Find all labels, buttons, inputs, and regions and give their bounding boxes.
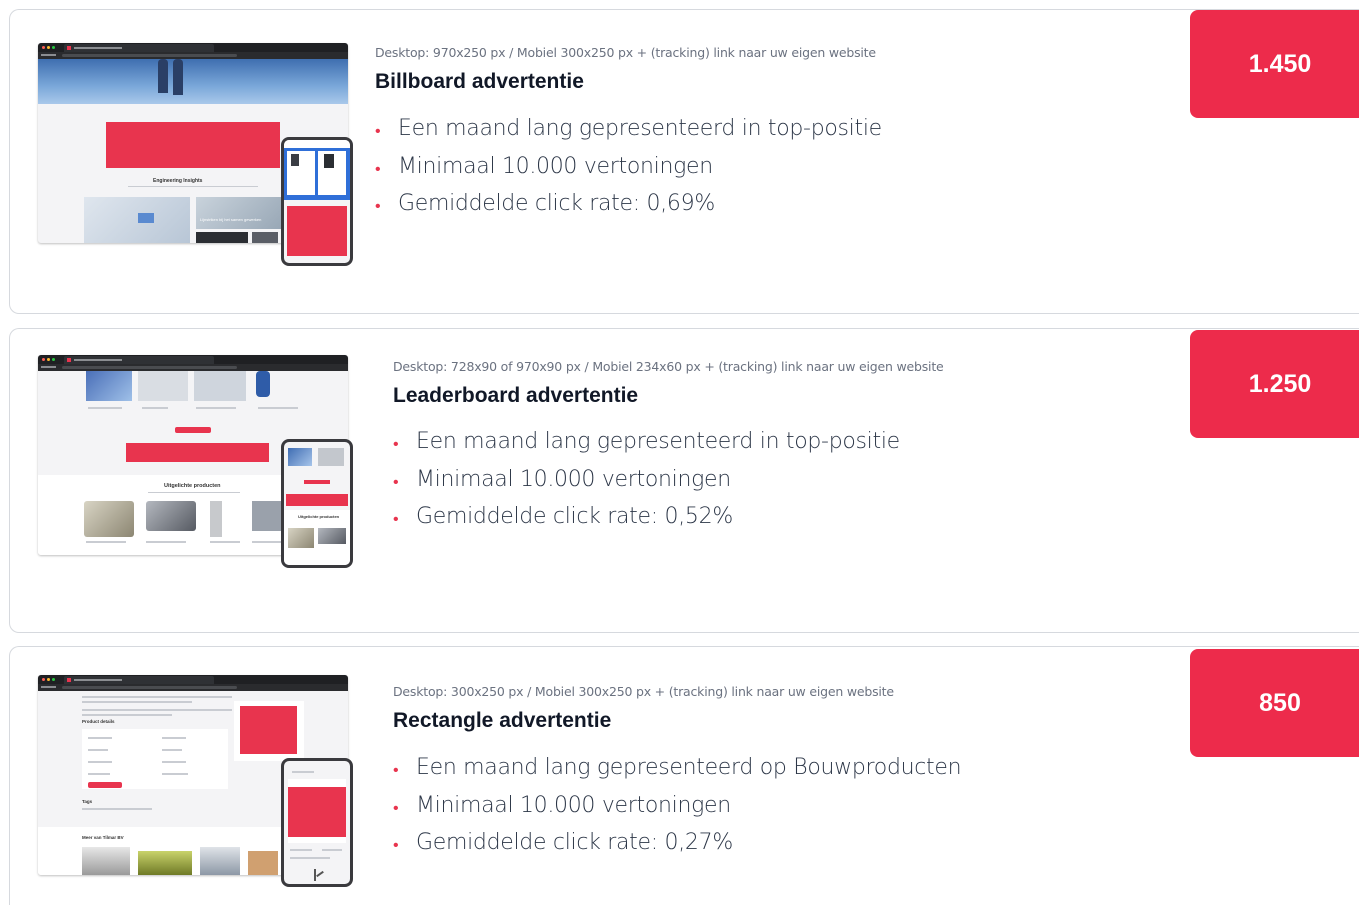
bullet-dot-icon: • xyxy=(393,797,399,817)
bullet-dot-icon: • xyxy=(375,121,381,140)
price-badge: 850 xyxy=(1190,649,1359,757)
preview-heading: Uitgelichte producten xyxy=(164,483,221,489)
preview-heading: Engineering Insights xyxy=(153,178,203,184)
feature-item: • Gemiddelde click rate: 0,27% xyxy=(393,830,961,868)
ad-package-title: Rectangle advertentie xyxy=(393,709,612,732)
leaderboard-ad-slot xyxy=(126,443,269,462)
ad-spec-text: Desktop: 970x250 px / Mobiel 300x250 px … xyxy=(375,45,876,60)
price-badge: 1.250 xyxy=(1190,330,1359,438)
feature-item: • Een maand lang gepresenteerd in top-pos… xyxy=(375,116,882,154)
price-value: 1.250 xyxy=(1248,369,1312,398)
feature-item: • Een maand lang gepresenteerd in top-pos… xyxy=(393,429,900,467)
mobile-phone-mockup xyxy=(281,758,353,887)
leaderboard-mobile-ad-slot xyxy=(286,494,348,506)
preview-section-more: Meer van Tilmar BV xyxy=(82,835,124,840)
billboard-ad-slot xyxy=(106,122,280,168)
preview-mobile-heading: Uitgelichte producten xyxy=(298,514,340,519)
rectangle-ad-slot xyxy=(240,706,297,754)
bullet-dot-icon: • xyxy=(393,434,399,453)
preview-section-product: Product details xyxy=(82,719,115,724)
ad-package-card-billboard: Engineering Insights Lijnstriken bij het… xyxy=(9,9,1359,314)
mobile-phone-mockup xyxy=(281,137,353,266)
price-value: 850 xyxy=(1259,688,1301,717)
bullet-dot-icon: • xyxy=(393,509,399,528)
feature-item: • Minimaal 10.000 vertoningen xyxy=(393,467,900,505)
billboard-mobile-ad-slot xyxy=(287,206,347,256)
bullet-dot-icon: • xyxy=(375,196,381,215)
ad-spec-text: Desktop: 300x250 px / Mobiel 300x250 px … xyxy=(393,684,894,699)
feature-list: • Een maand lang gepresenteerd in top-pos… xyxy=(375,116,882,229)
price-badge: 1.450 xyxy=(1190,10,1359,118)
feature-item: • Minimaal 10.000 vertoningen xyxy=(375,154,882,192)
feature-list: • Een maand lang gepresenteerd op Bouwpro… xyxy=(393,755,962,868)
feature-item: • Gemiddelde click rate: 0,69% xyxy=(375,191,882,229)
bullet-dot-icon: • xyxy=(375,158,381,178)
rectangle-mobile-ad-slot xyxy=(288,787,346,837)
price-value: 1.450 xyxy=(1248,49,1312,78)
feature-item: • Gemiddelde click rate: 0,52% xyxy=(393,504,900,542)
ad-package-card-rectangle: Product details Tags Meer van Tilmar BV xyxy=(9,646,1359,905)
preview-section-tags: Tags xyxy=(82,799,93,804)
feature-item: • Minimaal 10.000 vertoningen xyxy=(393,793,961,831)
preview-card-caption: Lijnstriken bij het samen gewerken xyxy=(200,217,262,222)
ad-package-card-leaderboard: Uitgelichte producten Uitgelichte produc… xyxy=(9,328,1359,633)
ad-package-title: Billboard advertentie xyxy=(375,70,584,93)
mobile-phone-mockup: Uitgelichte producten xyxy=(281,439,353,568)
ad-spec-text: Desktop: 728x90 of 970x90 px / Mobiel 23… xyxy=(393,359,944,374)
bullet-dot-icon: • xyxy=(393,760,399,779)
ad-package-title: Leaderboard advertentie xyxy=(393,384,639,407)
bullet-dot-icon: • xyxy=(393,471,399,491)
bullet-dot-icon: • xyxy=(393,835,399,854)
feature-item: • Een maand lang gepresenteerd op Bouwpro… xyxy=(393,755,962,793)
feature-list: • Een maand lang gepresenteerd in top-pos… xyxy=(393,429,900,542)
